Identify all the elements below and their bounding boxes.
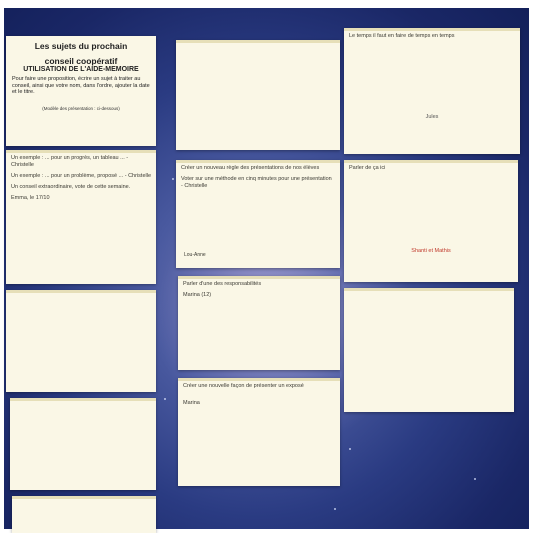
note-line: Créer une nouvelle façon de présenter un… bbox=[183, 383, 304, 389]
star bbox=[349, 448, 351, 450]
note-top-strip bbox=[6, 290, 156, 293]
note-signature: Lou-Anne bbox=[184, 252, 206, 258]
note-top-strip bbox=[344, 288, 514, 291]
note-line: Créer un nouveau règle des présentations… bbox=[181, 165, 320, 171]
note-line: Parler de ça ici bbox=[349, 165, 386, 171]
note-line: Marina bbox=[183, 400, 200, 406]
note-top-strip bbox=[178, 378, 340, 381]
note-top-strip bbox=[344, 160, 518, 163]
right-note-2[interactable]: Parler de ça ici Shanti et Mathis bbox=[344, 160, 518, 282]
left-note-1[interactable]: Un exemple : ... pour un progrès, un tab… bbox=[6, 150, 156, 284]
middle-note-4[interactable]: Créer une nouvelle façon de présenter un… bbox=[178, 378, 340, 486]
note-line: Un exemple : ... pour un problème, propo… bbox=[11, 173, 152, 179]
star bbox=[164, 398, 166, 400]
header-subtitle: UTILISATION DE L'AIDE-MEMOIRE bbox=[23, 66, 139, 73]
star bbox=[474, 478, 476, 480]
header-title-1: Les sujets du prochain bbox=[34, 41, 128, 51]
note-line: Parler d'une des responsabilités bbox=[183, 281, 262, 287]
header-note[interactable]: Les sujets du prochain conseil coopérati… bbox=[6, 36, 156, 146]
header-footer: (Modèle des présentation : ci-dessous) bbox=[42, 105, 120, 111]
middle-note-2[interactable]: Créer un nouveau règle des présentations… bbox=[176, 160, 340, 268]
right-note-3[interactable] bbox=[344, 288, 514, 412]
note-line: Un exemple : ... pour un progrès, un tab… bbox=[11, 155, 129, 168]
left-note-3[interactable] bbox=[10, 398, 156, 490]
note-top-strip bbox=[178, 276, 340, 279]
middle-note-1[interactable] bbox=[176, 40, 340, 150]
note-line: Un conseil extraordinaire, vote de cette… bbox=[11, 184, 131, 190]
note-top-strip bbox=[10, 398, 156, 401]
note-top-strip bbox=[344, 28, 520, 31]
star bbox=[172, 178, 174, 180]
header-body: Pour faire une proposition, écrire un su… bbox=[12, 76, 150, 95]
middle-note-3[interactable]: Parler d'une des responsabilités Marina … bbox=[178, 276, 340, 370]
star bbox=[334, 508, 336, 510]
note-signature: Jules bbox=[425, 114, 439, 120]
note-line: Marina (12) bbox=[183, 292, 212, 298]
note-top-strip bbox=[6, 150, 156, 153]
right-note-1[interactable]: Le temps il faut en faire de temps en te… bbox=[344, 28, 520, 154]
note-top-strip bbox=[176, 160, 340, 163]
note-top-strip bbox=[176, 40, 340, 43]
note-top-strip bbox=[12, 496, 156, 499]
header-title-2: conseil coopératif bbox=[44, 56, 118, 66]
note-signature: Shanti et Mathis bbox=[411, 248, 451, 254]
note-line: Voter sur une méthode en cinq minutes po… bbox=[181, 176, 332, 189]
note-line: Emma, le 17/10 bbox=[11, 195, 50, 201]
note-line: Le temps il faut en faire de temps en te… bbox=[349, 33, 455, 39]
left-note-2[interactable] bbox=[6, 290, 156, 392]
left-note-4[interactable] bbox=[12, 496, 156, 533]
